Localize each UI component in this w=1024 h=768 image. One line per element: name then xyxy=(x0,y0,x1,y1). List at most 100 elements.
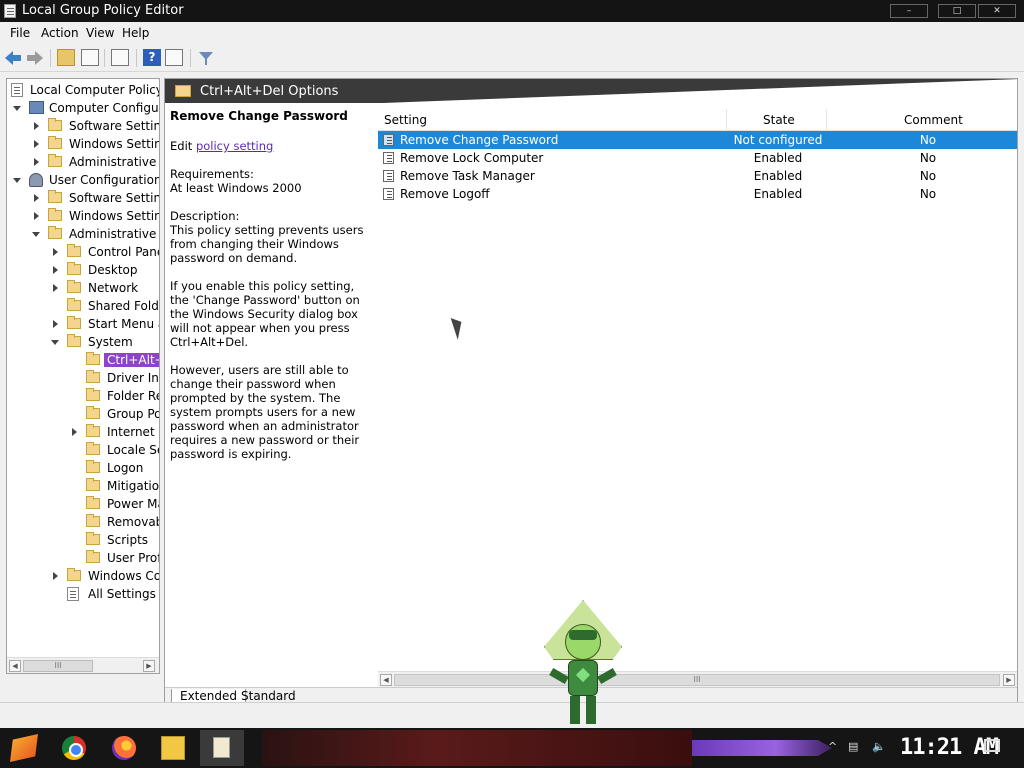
toolbar: ? xyxy=(0,44,1024,72)
expand-arrow-icon[interactable] xyxy=(51,284,59,292)
folder-icon xyxy=(86,532,100,545)
tree-item-label: Folder Redirection xyxy=(107,389,159,403)
computer-icon xyxy=(29,101,44,114)
setting-comment: No xyxy=(919,133,937,147)
help-icon[interactable]: ? xyxy=(143,49,161,66)
scroll-right-icon[interactable]: ▶ xyxy=(1003,674,1015,686)
close-button[interactable]: ✕ xyxy=(978,4,1016,18)
setting-state: Enabled xyxy=(753,187,803,201)
list-header: Setting State Comment xyxy=(378,109,1018,131)
minimize-button[interactable]: – xyxy=(890,4,928,18)
setting-state: Enabled xyxy=(753,151,803,165)
requirements-label: Requirements: xyxy=(170,167,254,181)
export-list-icon[interactable] xyxy=(111,49,129,66)
show-hide-tree-icon[interactable] xyxy=(81,49,99,66)
expand-arrow-icon[interactable] xyxy=(51,572,59,580)
list-horizontal-scrollbar[interactable]: ◀ III ▶ xyxy=(378,671,1017,687)
collapse-arrow-icon[interactable] xyxy=(32,230,40,238)
folder-icon xyxy=(67,568,81,581)
collapse-arrow-icon[interactable] xyxy=(51,338,59,346)
list-row-remove-lock-computer[interactable]: Remove Lock Computer Enabled No xyxy=(378,149,1017,167)
list-row-remove-change-password[interactable]: Remove Change Password Not configured No xyxy=(378,131,1017,149)
scroll-thumb[interactable]: III xyxy=(23,660,93,672)
column-header-comment[interactable]: Comment xyxy=(904,113,963,127)
tree-item-label: Locale Services xyxy=(107,443,159,457)
tree-item-label: Windows Settings xyxy=(69,137,159,151)
status-bar xyxy=(0,702,1024,728)
firefox-icon[interactable] xyxy=(112,736,136,760)
user-icon xyxy=(29,173,43,187)
list-row-remove-task-manager[interactable]: Remove Task Manager Enabled No xyxy=(378,167,1017,185)
setting-comment: No xyxy=(919,151,937,165)
tree-item-label: Windows Settings xyxy=(69,209,159,223)
column-header-setting[interactable]: Setting xyxy=(384,113,427,127)
expand-arrow-icon[interactable] xyxy=(32,158,40,166)
expand-arrow-icon[interactable] xyxy=(32,140,40,148)
tree-item-label: Network xyxy=(88,281,139,295)
tree-item-label: Removable Storage Access xyxy=(107,515,159,529)
column-divider[interactable] xyxy=(726,109,727,131)
menu-action[interactable]: Action xyxy=(41,26,79,40)
tree-item-label: Logon xyxy=(107,461,144,475)
column-header-state[interactable]: State xyxy=(763,113,795,127)
up-folder-icon[interactable] xyxy=(57,49,75,66)
list-row-remove-logoff[interactable]: Remove Logoff Enabled No xyxy=(378,185,1017,203)
tree-item-label: Software Settings xyxy=(69,119,160,133)
setting-comment: No xyxy=(919,187,937,201)
folder-icon xyxy=(86,514,100,527)
properties-icon[interactable] xyxy=(165,49,183,66)
edit-prefix: Edit xyxy=(170,139,193,153)
menu-view[interactable]: View xyxy=(86,26,114,40)
scroll-left-icon[interactable]: ◀ xyxy=(380,674,392,686)
expand-arrow-icon[interactable] xyxy=(51,248,59,256)
tree-item-label: Administrative Templates xyxy=(69,155,159,169)
maximize-button[interactable]: □ xyxy=(938,4,976,18)
tree-item-label: Mitigation Options xyxy=(107,479,160,493)
tree-item-label: Local Computer Policy xyxy=(30,83,160,97)
tree-item-label: Computer Configuration xyxy=(49,101,159,115)
setting-state: Enabled xyxy=(753,169,803,183)
scroll-left-icon[interactable]: ◀ xyxy=(9,660,21,672)
tree-item-label: Scripts xyxy=(107,533,149,547)
expand-arrow-icon[interactable] xyxy=(32,194,40,202)
taskbar: ^ ▤ 🔈 11:21 AM xyxy=(0,728,1024,768)
filter-icon[interactable] xyxy=(197,49,215,66)
chrome-icon[interactable] xyxy=(62,736,86,760)
expand-arrow-icon[interactable] xyxy=(32,212,40,220)
details-header-title: Ctrl+Alt+Del Options xyxy=(200,84,339,99)
tree-horizontal-scrollbar[interactable]: ◀ III ▶ xyxy=(7,657,159,673)
column-divider[interactable] xyxy=(826,109,827,131)
menu-help[interactable]: Help xyxy=(122,26,149,40)
menu-file[interactable]: File xyxy=(10,26,30,40)
description-paragraph: This policy setting prevents users from … xyxy=(170,223,364,265)
expand-arrow-icon[interactable] xyxy=(32,122,40,130)
toolbar-separator xyxy=(50,49,51,67)
console-tree: Local Computer Policy Computer Configura… xyxy=(6,78,160,674)
policy-setting-icon xyxy=(383,134,394,146)
column-divider[interactable] xyxy=(1017,109,1018,131)
network-icon[interactable]: ▤ xyxy=(848,740,858,753)
folder-icon xyxy=(48,118,62,131)
scroll-right-icon[interactable]: ▶ xyxy=(143,660,155,672)
scroll-thumb[interactable]: III xyxy=(394,674,1000,686)
collapse-arrow-icon[interactable] xyxy=(13,176,21,184)
collapse-arrow-icon[interactable] xyxy=(13,104,21,112)
folder-icon xyxy=(67,298,81,311)
description-label: Description: xyxy=(170,209,240,223)
show-hidden-icons-chevron[interactable]: ^ xyxy=(828,740,837,753)
notifications-icon[interactable] xyxy=(984,739,1000,752)
expand-arrow-icon[interactable] xyxy=(51,320,59,328)
taskbar-group-policy-editor[interactable] xyxy=(200,730,244,766)
start-icon[interactable] xyxy=(10,734,38,762)
forward-arrow-icon[interactable] xyxy=(26,49,44,66)
description-block: Description: This policy setting prevent… xyxy=(170,209,370,265)
expand-arrow-icon[interactable] xyxy=(51,266,59,274)
back-arrow-icon[interactable] xyxy=(4,49,22,66)
file-explorer-icon[interactable] xyxy=(161,736,185,760)
requirements-value: At least Windows 2000 xyxy=(170,181,302,195)
volume-icon[interactable]: 🔈 xyxy=(872,740,886,753)
edit-policy-setting-link[interactable]: policy setting xyxy=(196,139,273,153)
mascot-arm xyxy=(597,668,617,684)
tree-item-label: Ctrl+Alt+Del Options xyxy=(104,353,159,367)
expand-arrow-icon[interactable] xyxy=(70,428,78,436)
